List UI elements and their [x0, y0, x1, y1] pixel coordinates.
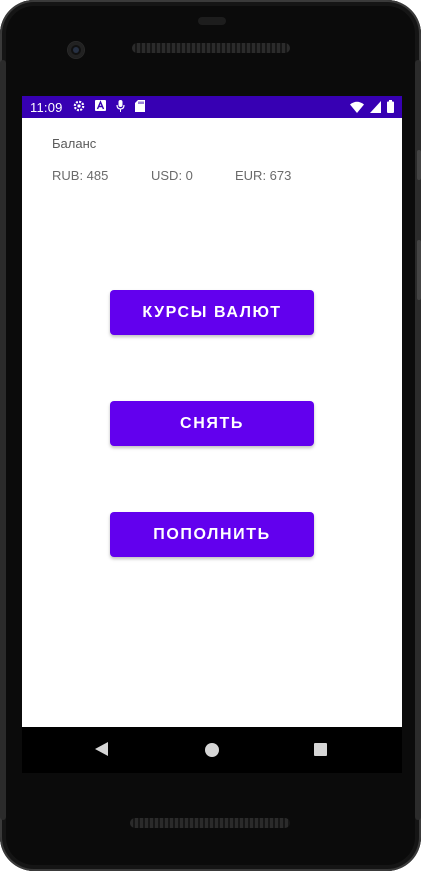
status-right-icons: [350, 100, 394, 116]
status-bar: 11:09: [22, 96, 402, 118]
top-sensor: [198, 17, 226, 25]
balance-label: Баланс: [52, 136, 97, 151]
deposit-button[interactable]: ПОПОЛНИТЬ: [110, 512, 314, 557]
navigation-bar: [22, 727, 402, 773]
battery-icon: [387, 100, 394, 116]
phone-frame: 11:09 Баланс RUB: 485 USD: 0 EUR: 673 КУ…: [0, 0, 421, 871]
font-a-icon: [94, 100, 106, 114]
signal-icon: [370, 100, 381, 116]
power-button: [417, 150, 421, 180]
back-icon[interactable]: [95, 742, 108, 756]
top-speaker: [132, 43, 290, 53]
bottom-speaker: [130, 818, 290, 828]
rub-balance: RUB: 485: [52, 168, 109, 183]
volume-button: [417, 240, 421, 300]
microphone-icon: [115, 99, 125, 115]
home-icon[interactable]: [205, 743, 219, 757]
recents-icon[interactable]: [314, 743, 327, 756]
sd-card-icon: [134, 99, 145, 115]
status-time: 11:09: [30, 99, 63, 115]
app-screen: 11:09 Баланс RUB: 485 USD: 0 EUR: 673 КУ…: [22, 96, 402, 727]
exchange-rates-button[interactable]: КУРСЫ ВАЛЮТ: [110, 290, 314, 335]
phone-edge-left: [0, 60, 6, 820]
front-camera: [68, 42, 84, 58]
eur-balance: EUR: 673: [235, 168, 292, 183]
wifi-icon: [350, 101, 364, 116]
withdraw-button[interactable]: СНЯТЬ: [110, 401, 314, 446]
gear-icon: [73, 100, 85, 115]
usd-balance: USD: 0: [151, 168, 193, 183]
